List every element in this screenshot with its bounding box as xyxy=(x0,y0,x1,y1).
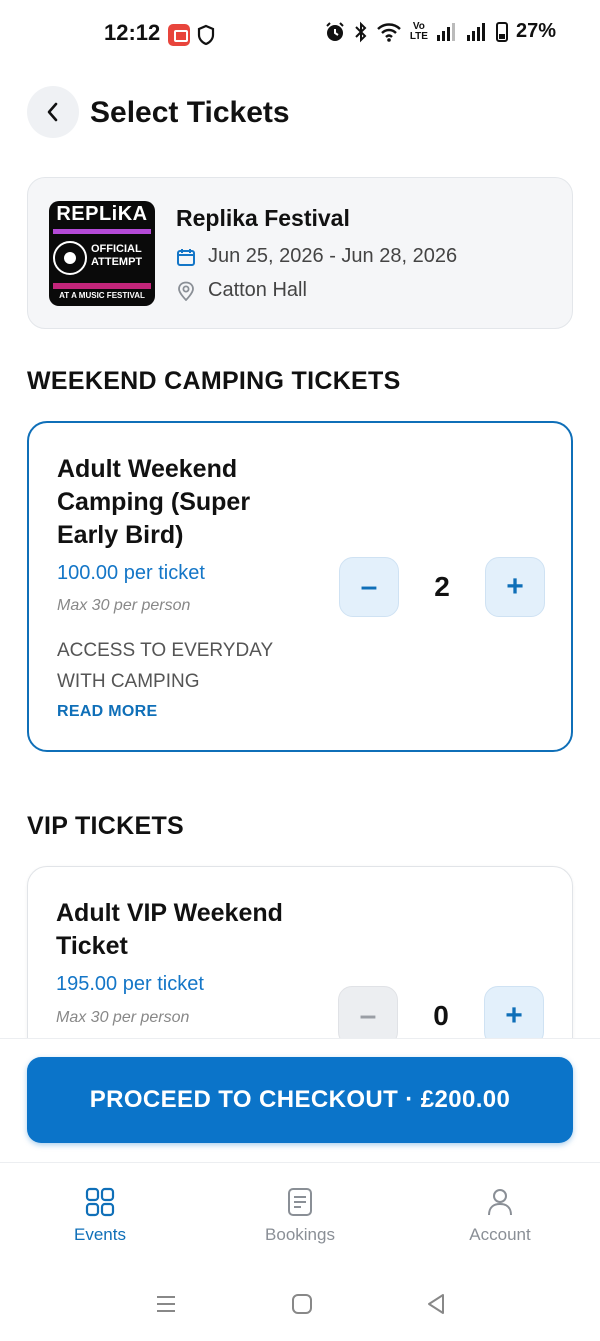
ticket-max-limit: Max 30 per person xyxy=(56,1009,190,1026)
event-name: Replika Festival xyxy=(176,205,350,231)
ticket-name: Adult Weekend Camping (Super Early Bird) xyxy=(57,455,251,549)
status-time: 12:12 xyxy=(104,20,161,45)
event-logo: REPLiKA OFFICIAL ATTEMPT AT A MUSIC FEST… xyxy=(49,201,155,306)
volte-bottom: LTE xyxy=(409,30,428,42)
proceed-to-checkout-button[interactable]: PROCEED TO CHECKOUT · £200.00 xyxy=(27,1057,573,1143)
nav-label: Bookings xyxy=(265,1225,335,1244)
grid-icon xyxy=(85,1187,115,1217)
shield-icon xyxy=(197,24,215,46)
document-icon xyxy=(288,1188,312,1216)
ticket-price: 100.00 per ticket xyxy=(57,562,205,584)
read-more-link[interactable]: READ MORE xyxy=(57,703,157,721)
chevron-left-icon xyxy=(47,102,58,122)
bluetooth-icon xyxy=(355,21,367,42)
page-title: Select Tickets xyxy=(90,96,290,129)
battery-level: 27% xyxy=(515,20,556,42)
ticket-description: ACCESS TO EVERYDAY WITH CAMPING xyxy=(57,640,273,692)
app-notification-icon xyxy=(168,24,190,46)
nav-label: Account xyxy=(469,1225,531,1244)
system-navigation-bar xyxy=(0,1266,600,1341)
ticket-max-limit: Max 30 per person xyxy=(57,597,191,614)
alarm-icon xyxy=(326,21,344,41)
system-back-icon[interactable] xyxy=(424,1292,448,1316)
ticket-name: Adult VIP Weekend Ticket xyxy=(56,899,283,960)
logo-bottom-text: AT A MUSIC FESTIVAL xyxy=(59,291,145,300)
increase-quantity-button[interactable]: + xyxy=(485,557,545,617)
event-venue-row: Catton Hall xyxy=(176,279,307,302)
event-dates: Jun 25, 2026 - Jun 28, 2026 xyxy=(208,245,458,267)
section-title-weekend-camping: WEEKEND CAMPING TICKETS xyxy=(27,367,401,395)
section-title-vip: VIP TICKETS xyxy=(27,812,185,840)
battery-icon xyxy=(495,21,508,42)
back-button[interactable] xyxy=(27,86,79,138)
event-summary-card: REPLiKA OFFICIAL ATTEMPT AT A MUSIC FEST… xyxy=(27,177,573,329)
user-icon xyxy=(488,1189,512,1216)
ticket-quantity: 0 xyxy=(433,1000,449,1031)
decrease-quantity-button[interactable]: – xyxy=(338,986,398,1046)
decrease-quantity-button[interactable]: – xyxy=(339,557,399,617)
ticket-price: 195.00 per ticket xyxy=(56,973,204,995)
event-venue: Catton Hall xyxy=(208,279,307,301)
home-icon[interactable] xyxy=(290,1292,314,1316)
nav-label: Events xyxy=(74,1225,126,1244)
volte-indicator: Vo LTE xyxy=(409,21,428,42)
nav-item-events[interactable]: Events xyxy=(20,1187,180,1245)
recent-apps-icon[interactable] xyxy=(154,1292,178,1316)
record-seal-icon xyxy=(53,241,87,275)
ticket-card-weekend-camping: Adult Weekend Camping (Super Early Bird)… xyxy=(27,421,573,752)
checkout-bar: PROCEED TO CHECKOUT · £200.00 xyxy=(0,1038,600,1162)
wifi-icon xyxy=(376,22,401,42)
nav-item-account[interactable]: Account xyxy=(420,1187,580,1245)
signal-icon xyxy=(466,22,485,41)
logo-official-text: OFFICIAL ATTEMPT xyxy=(91,243,143,268)
status-bar: 12:12 Vo LTE 27% xyxy=(0,0,600,70)
nav-item-bookings[interactable]: Bookings xyxy=(220,1187,380,1245)
increase-quantity-button[interactable]: + xyxy=(484,986,544,1046)
location-pin-icon xyxy=(178,281,194,301)
bottom-navigation: Events Bookings Account xyxy=(0,1162,600,1266)
logo-title: REPLiKA xyxy=(56,203,148,225)
event-dates-row: Jun 25, 2026 - Jun 28, 2026 xyxy=(176,245,457,268)
signal-icon xyxy=(436,22,455,41)
ticket-quantity: 2 xyxy=(434,571,450,602)
calendar-icon xyxy=(177,248,195,266)
status-icons: Vo LTE 27% xyxy=(324,20,556,43)
